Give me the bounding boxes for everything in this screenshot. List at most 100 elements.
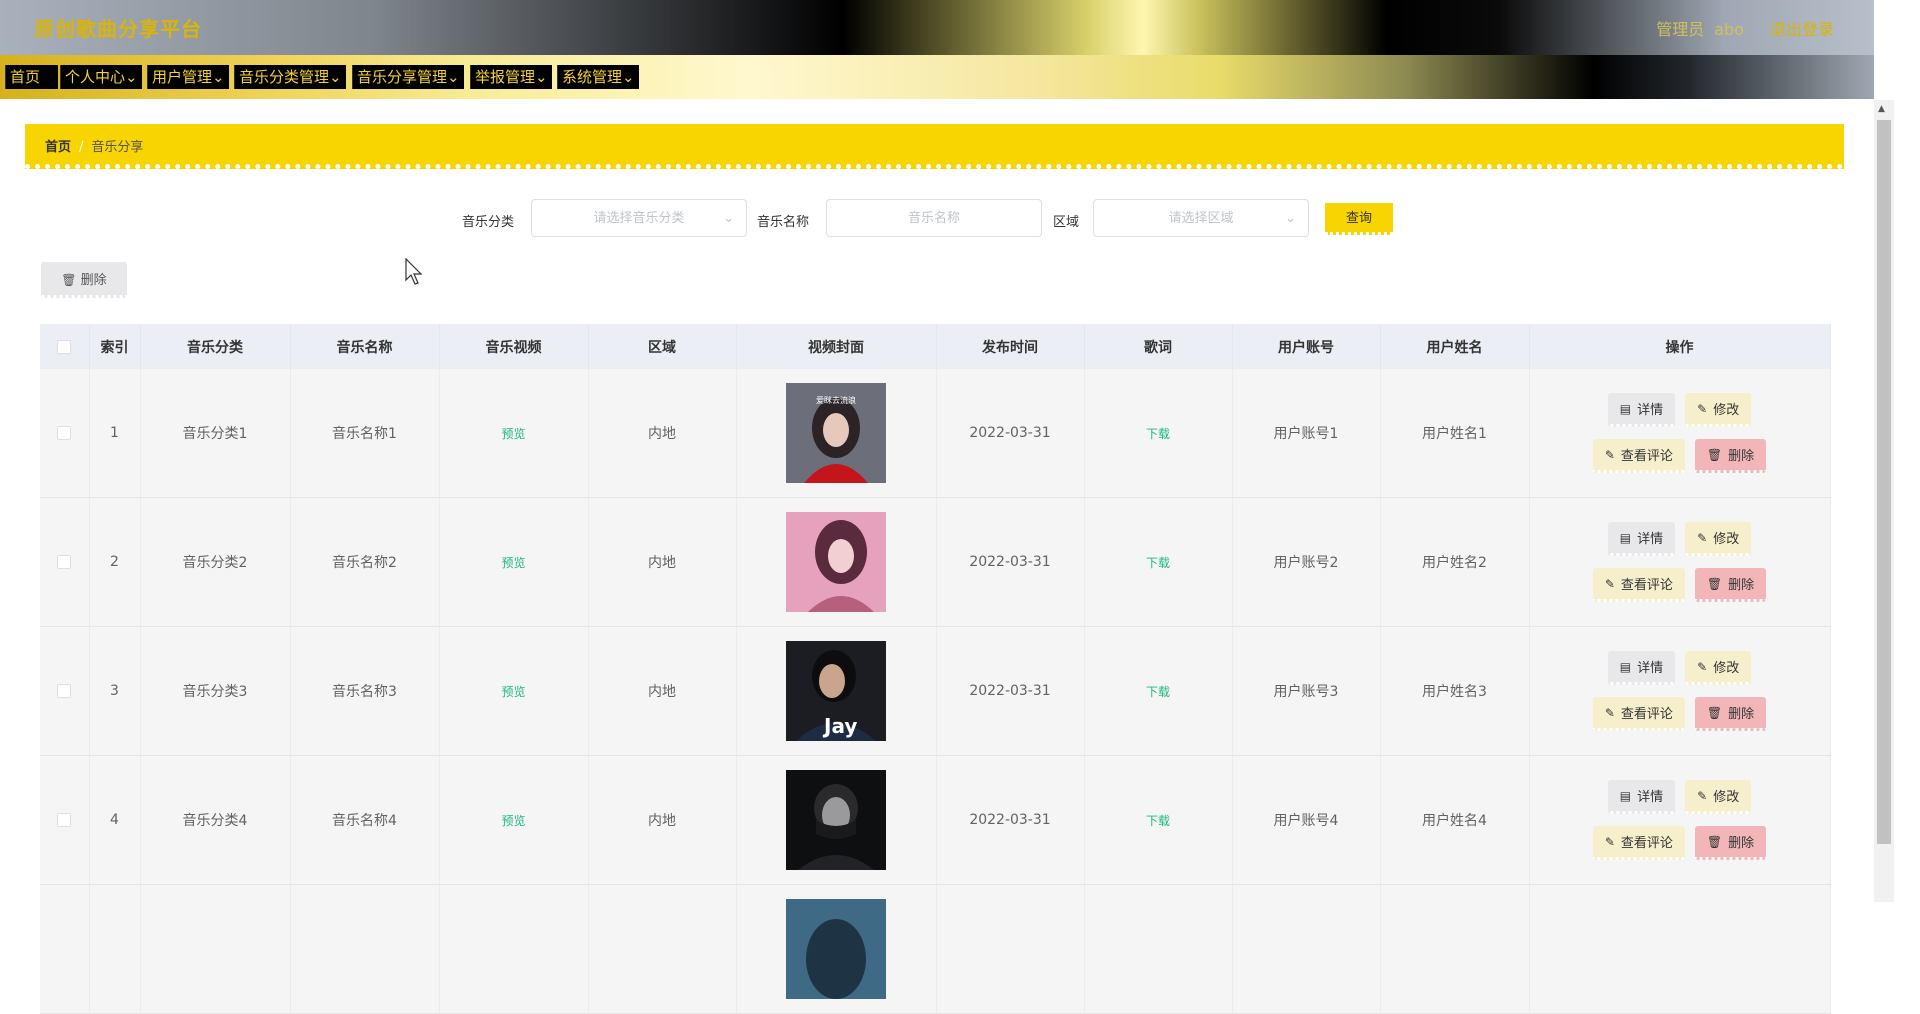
breadcrumb-separator: /: [79, 140, 84, 155]
header-name: 音乐名称: [290, 324, 440, 369]
video-preview-link[interactable]: 预览: [439, 755, 589, 885]
row-select-cell: [40, 369, 90, 498]
header-region: 区域: [588, 324, 737, 369]
batch-delete-button[interactable]: 🗑 删除: [41, 262, 127, 298]
music-share-table: 索引 音乐分类 音乐名称 音乐视频 区域 视频封面 发布时间 歌词 用户账号 用…: [40, 324, 1831, 1014]
cover-image-jay[interactable]: Jay: [786, 641, 886, 741]
category-placeholder: 请选择音乐分类: [593, 211, 685, 226]
breadcrumb-current: 音乐分享: [91, 140, 144, 155]
view-comments-button[interactable]: ✎ 查看评论: [1592, 826, 1685, 860]
cell-actions: ▤ 详情 ✎ 修改 ✎ 查看评论 🗑 删除: [1529, 369, 1831, 498]
trash-icon: 🗑: [61, 273, 77, 287]
name-placeholder: 音乐名称: [907, 211, 960, 226]
detail-button[interactable]: ▤ 详情: [1607, 393, 1676, 427]
table-row: 3 音乐分类3 音乐名称3 预览 内地 Jay 2022-03-31 下载 用户…: [40, 626, 1831, 756]
cover-image-partial[interactable]: [786, 899, 886, 999]
detail-button[interactable]: ▤ 详情: [1607, 522, 1676, 556]
pencil-icon: ✎: [1604, 834, 1615, 849]
lyrics-download-link[interactable]: 下载: [1084, 626, 1233, 756]
cell-actions: ▤ 详情 ✎ 修改 ✎ 查看评论 🗑 删除: [1529, 626, 1831, 756]
cell-index: 2: [89, 497, 141, 627]
cell-region: 内地: [588, 755, 737, 885]
cell-username: 用户姓名3: [1380, 626, 1530, 756]
menu-personal[interactable]: 个人中心⌄: [60, 65, 142, 89]
cell-account: 用户账号4: [1232, 755, 1381, 885]
scrollbar-thumb[interactable]: [1877, 120, 1891, 844]
edit-button[interactable]: ✎ 修改: [1685, 522, 1752, 556]
select-all-cell[interactable]: [40, 324, 90, 369]
delete-button[interactable]: 🗑 删除: [1694, 439, 1767, 473]
app-title: 原创歌曲分享平台: [34, 17, 202, 41]
chevron-down-icon: ⌄: [622, 68, 635, 86]
cell-date: 2022-03-31: [936, 755, 1085, 885]
lyrics-download-link[interactable]: 下载: [1084, 755, 1233, 885]
detail-button[interactable]: ▤ 详情: [1607, 780, 1676, 814]
view-comments-button[interactable]: ✎ 查看评论: [1592, 439, 1685, 473]
category-select[interactable]: 请选择音乐分类 ⌄: [531, 199, 747, 237]
cell-category: 音乐分类1: [140, 369, 291, 498]
row-checkbox[interactable]: [57, 426, 72, 440]
cell-index: 4: [89, 755, 141, 885]
menu-music-category[interactable]: 音乐分类管理⌄: [234, 65, 346, 89]
cell-cover: [736, 755, 937, 885]
edit-button[interactable]: ✎ 修改: [1685, 780, 1752, 814]
delete-button[interactable]: 🗑 删除: [1694, 568, 1767, 602]
trash-icon: 🗑: [1706, 834, 1723, 849]
document-icon: ▤: [1619, 401, 1632, 416]
cover-image-man-dark[interactable]: [786, 770, 886, 870]
menu-users[interactable]: 用户管理⌄: [147, 65, 229, 89]
row-checkbox[interactable]: [57, 813, 72, 827]
pencil-icon: ✎: [1697, 788, 1708, 803]
logout-link[interactable]: 退出登录: [1770, 20, 1834, 39]
view-comments-button[interactable]: ✎ 查看评论: [1592, 568, 1685, 602]
detail-button[interactable]: ▤ 详情: [1607, 651, 1676, 685]
pencil-icon: ✎: [1697, 530, 1708, 545]
vertical-scrollbar[interactable]: ▲: [1874, 100, 1894, 902]
chevron-down-icon: ⌄: [1285, 211, 1296, 226]
scroll-up-arrow-icon[interactable]: ▲: [1878, 104, 1885, 114]
region-select[interactable]: 请选择区域 ⌄: [1093, 199, 1309, 237]
video-preview-link[interactable]: 预览: [439, 626, 589, 756]
video-preview-link[interactable]: 预览: [439, 497, 589, 627]
document-icon: ▤: [1619, 530, 1632, 545]
edit-button[interactable]: ✎ 修改: [1685, 651, 1752, 685]
cover-text: Jay: [822, 714, 857, 738]
batch-delete-label: 删除: [80, 273, 107, 288]
top-header: 原创歌曲分享平台 管理员 abo 退出登录: [0, 0, 1874, 55]
pencil-icon: ✎: [1604, 576, 1615, 591]
cell-date: 2022-03-31: [936, 497, 1085, 627]
name-input[interactable]: 音乐名称: [826, 199, 1042, 237]
menu-report[interactable]: 举报管理⌄: [470, 65, 552, 89]
menu-system[interactable]: 系统管理⌄: [557, 65, 639, 89]
name-label: 音乐名称: [757, 215, 810, 230]
breadcrumb-home[interactable]: 首页: [45, 140, 71, 155]
header-user-area: 管理员 abo 退出登录: [1646, 16, 1834, 40]
region-label: 区域: [1053, 215, 1080, 230]
cell-date: 2022-03-31: [936, 626, 1085, 756]
view-comments-button[interactable]: ✎ 查看评论: [1592, 697, 1685, 731]
query-button[interactable]: 查询: [1325, 203, 1393, 235]
lyrics-download-link[interactable]: 下载: [1084, 369, 1233, 498]
cell-category: 音乐分类2: [140, 497, 291, 627]
delete-button[interactable]: 🗑 删除: [1694, 697, 1767, 731]
cover-image-girl-red[interactable]: 爱眯去流浪: [786, 383, 886, 483]
trash-icon: 🗑: [1706, 447, 1723, 462]
chevron-down-icon: ⌄: [125, 68, 138, 86]
cover-image-girl-pink[interactable]: [786, 512, 886, 612]
menu-home[interactable]: 首页: [5, 65, 58, 89]
delete-button[interactable]: 🗑 删除: [1694, 826, 1767, 860]
video-preview-link[interactable]: 预览: [439, 369, 589, 498]
chevron-down-icon: ⌄: [535, 68, 548, 86]
cell-region: 内地: [588, 497, 737, 627]
header-username: 用户姓名: [1380, 324, 1530, 369]
lyrics-download-link[interactable]: 下载: [1084, 497, 1233, 627]
edit-button[interactable]: ✎ 修改: [1685, 393, 1752, 427]
document-icon: ▤: [1619, 659, 1632, 674]
select-all-checkbox[interactable]: [57, 339, 72, 354]
row-checkbox[interactable]: [57, 684, 72, 698]
row-checkbox[interactable]: [57, 555, 72, 569]
trash-icon: 🗑: [1706, 705, 1723, 720]
menu-music-share[interactable]: 音乐分享管理⌄: [352, 65, 464, 89]
cell-category: 音乐分类3: [140, 626, 291, 756]
table-row: 2 音乐分类2 音乐名称2 预览 内地 2022-03-31 下载 用户账号2 …: [40, 497, 1831, 627]
